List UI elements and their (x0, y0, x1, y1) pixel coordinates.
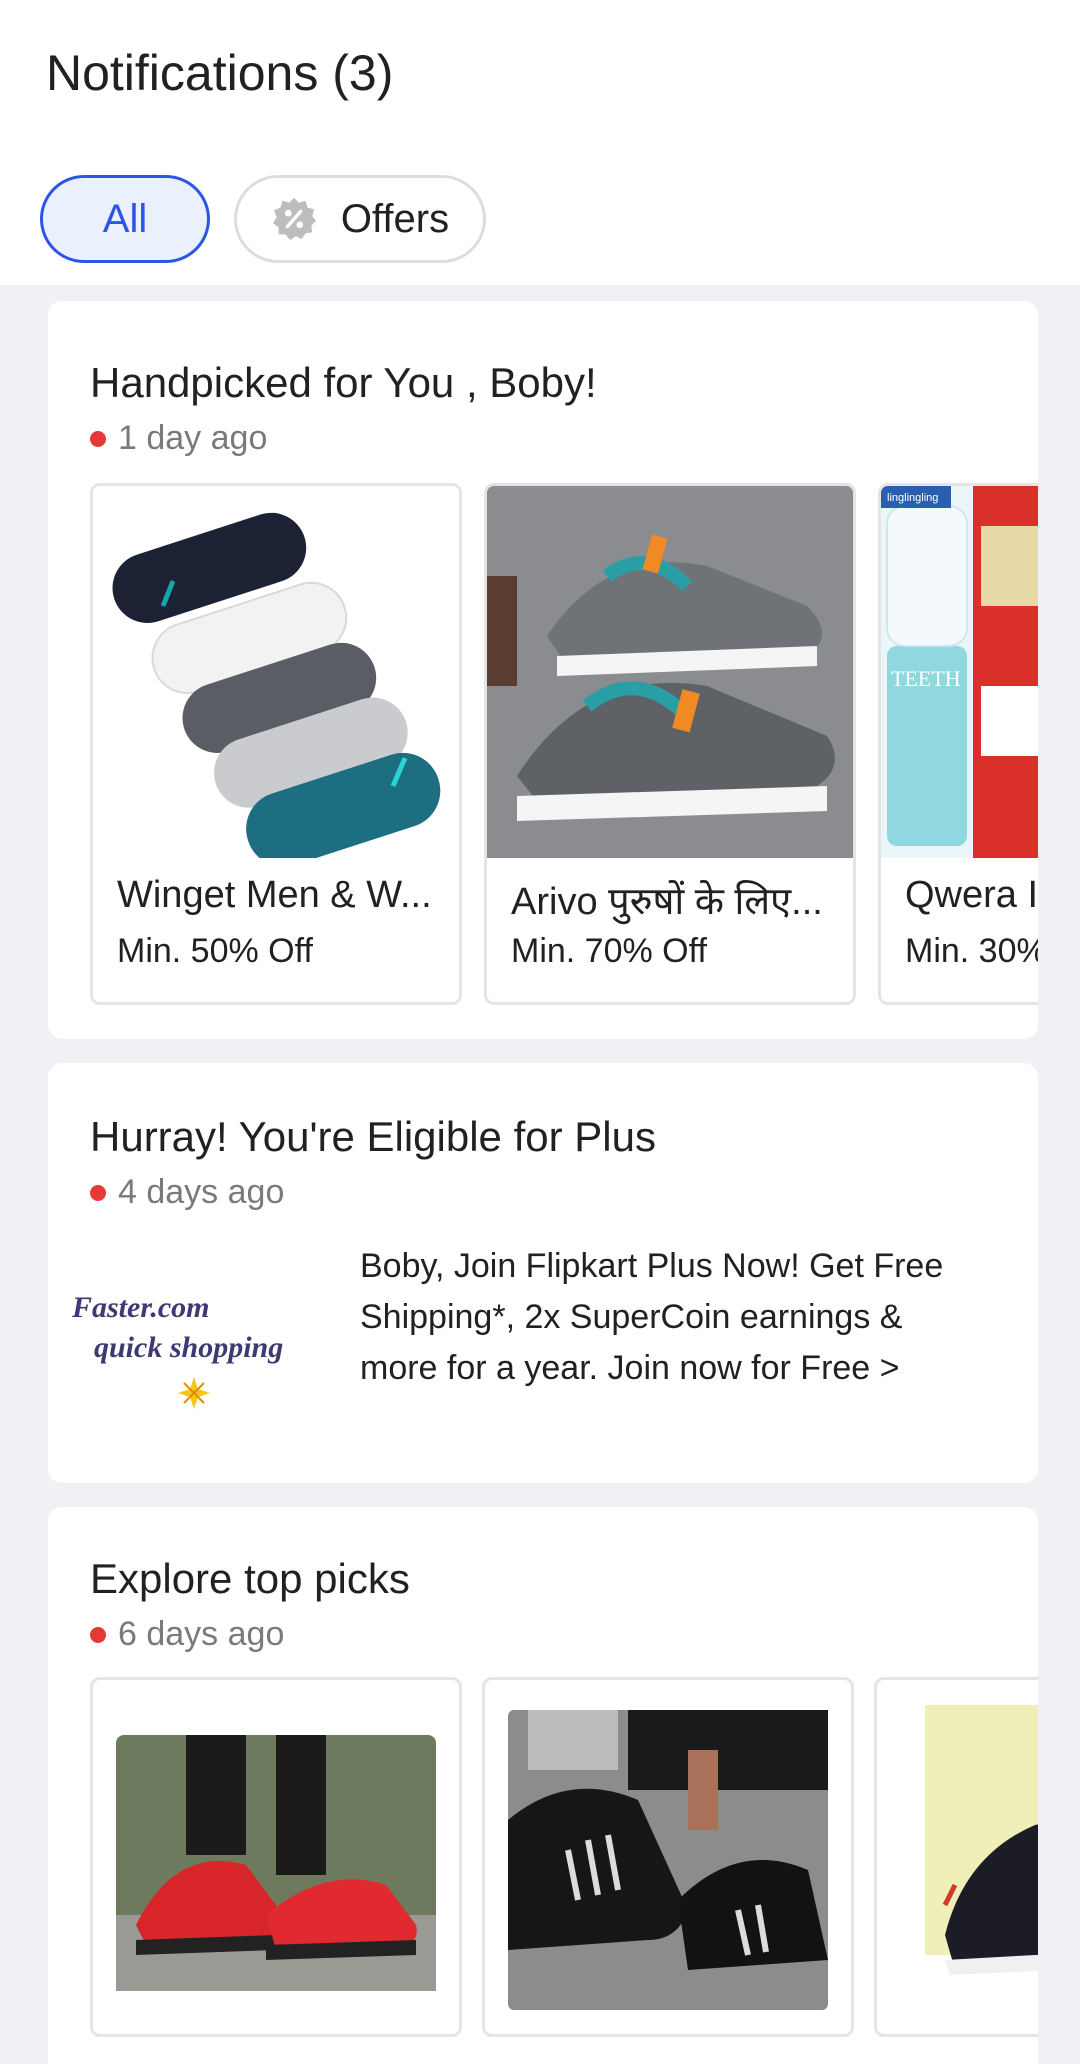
offer-badge-icon (272, 197, 316, 241)
product-image-label: TEETH (891, 666, 961, 691)
teeth-whitening-image: linglingling TEETH (881, 486, 1038, 858)
brand-text: linglingling (887, 492, 938, 504)
product-offer: Min. 50% Off (117, 932, 313, 970)
logo-line-1: Faster.com (72, 1291, 210, 1324)
product-carousel[interactable]: Winget Men & W... Min. 50% Off Arivo पुर… (90, 483, 1038, 1009)
product-tile[interactable] (90, 1677, 462, 2037)
notification-card-handpicked[interactable]: Handpicked for You , Boby! 1 day ago Win… (48, 301, 1038, 1039)
notification-title: Explore top picks (90, 1555, 410, 1602)
page-title: Notifications (3) (46, 45, 394, 101)
product-tile[interactable] (874, 1677, 1038, 2037)
notification-title: Hurray! You're Eligible for Plus (90, 1113, 656, 1160)
notification-time: 6 days ago (90, 1615, 284, 1654)
logo-line-2: quick shopping (94, 1331, 283, 1364)
product-offer: Min. 30% (905, 932, 1038, 970)
sneakers-image (487, 486, 853, 858)
unread-dot (90, 430, 106, 447)
notification-time: 4 days ago (90, 1173, 284, 1212)
unread-dot (90, 1184, 106, 1201)
filter-offers-chip[interactable]: Offers (234, 175, 486, 263)
black-shoe-image (925, 1705, 1038, 2015)
product-tile[interactable]: Arivo पुरुषों के लिए... Min. 70% Off (484, 483, 856, 1005)
product-name: Arivo पुरुषों के लिए... (511, 881, 823, 923)
black-sneakers-image (508, 1710, 828, 2010)
plus-promo-logo: Faster.com quick shopping (72, 1291, 283, 1409)
product-offer: Min. 70% Off (511, 932, 707, 970)
socks-image (93, 486, 459, 858)
notification-card-plus[interactable]: Hurray! You're Eligible for Plus 4 days … (48, 1063, 1038, 1483)
unread-dot (90, 1626, 106, 1643)
notification-card-top-picks[interactable]: Explore top picks 6 days ago (48, 1507, 1038, 2064)
filter-all-chip[interactable]: All (40, 175, 210, 263)
filter-all-label: All (102, 196, 148, 241)
notification-time-label: 4 days ago (118, 1173, 285, 1211)
notification-time-label: 6 days ago (118, 1615, 285, 1653)
product-carousel[interactable] (90, 1677, 1038, 2037)
notification-time-label: 1 day ago (118, 419, 268, 457)
header: Notifications (3) All Offers (0, 0, 1080, 285)
notification-time: 1 day ago (90, 419, 267, 458)
notification-feed[interactable]: Handpicked for You , Boby! 1 day ago Win… (0, 285, 1080, 2064)
product-tile[interactable] (482, 1677, 854, 2037)
red-sneakers-image (116, 1735, 436, 1991)
product-tile[interactable]: linglingling TEETH Qwera I Min. 30% (878, 483, 1038, 1005)
sparkle-icon (178, 1377, 210, 1409)
product-tile[interactable]: Winget Men & W... Min. 50% Off (90, 483, 462, 1005)
product-name: Qwera I (905, 874, 1038, 916)
filter-offers-label: Offers (340, 196, 450, 241)
notification-message: Boby, Join Flipkart Plus Now! Get Free S… (360, 1247, 944, 1387)
product-name: Winget Men & W... (117, 874, 432, 916)
notification-title: Handpicked for You , Boby! (90, 359, 597, 406)
